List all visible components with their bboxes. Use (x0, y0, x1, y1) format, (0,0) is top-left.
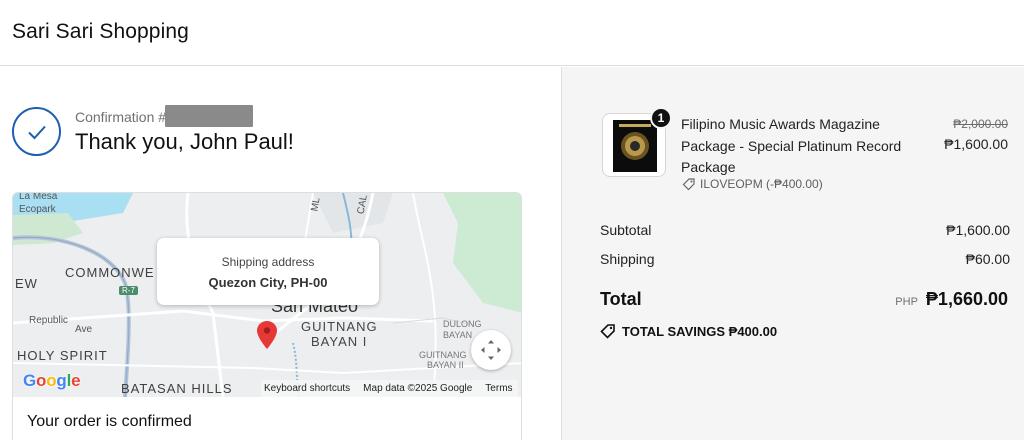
map-label-republic: Republic (29, 315, 68, 326)
shipping-label: Shipping (600, 251, 655, 267)
map-label-guitnang-bayan-1-line2: BAYAN I (311, 334, 368, 349)
tag-icon (682, 178, 695, 191)
shipping-address-popup: Shipping address Quezon City, PH-00 (157, 238, 379, 305)
store-name[interactable]: Sari Sari Shopping (12, 20, 189, 44)
google-logo-letter: o (36, 371, 47, 390)
check-icon (12, 107, 61, 156)
fullscreen-button[interactable] (471, 330, 511, 370)
r7-label: R-7 (122, 286, 135, 295)
order-summary: 1 Filipino Music Awards Magazine Package… (561, 67, 1024, 440)
confirmation-number-redacted (165, 105, 253, 127)
subtotal-label: Subtotal (600, 222, 652, 238)
map-label-commonwealth: COMMONWE (65, 265, 155, 280)
map-pin-icon[interactable] (257, 321, 277, 354)
currency-code: PHP (895, 296, 918, 308)
original-price: ₱2,000.00 (953, 117, 1008, 131)
quantity-badge: 1 (650, 107, 672, 129)
map-label-guitnang-bayan-1-line1: GUITNANG (301, 319, 378, 334)
map-footer: Keyboard shortcuts Map data ©2025 Google… (261, 380, 518, 397)
item-price: ₱1,600.00 (944, 136, 1008, 152)
map-label-dulong-line2: BAYAN (443, 330, 473, 340)
product-title: Filipino Music Awards Magazine Package -… (681, 116, 902, 175)
map-label-ave: Ave (75, 324, 93, 335)
map-label-dulong-line1: DULONG (443, 319, 482, 329)
order-confirmed-heading: Your order is confirmed (27, 413, 192, 430)
fullscreen-icon (481, 340, 501, 360)
google-logo-letter: g (56, 371, 67, 390)
keyboard-shortcuts-link[interactable]: Keyboard shortcuts (264, 383, 350, 394)
total-amount: PHP ₱1,660.00 (895, 289, 1008, 310)
map-label-batasan-hills: BATASAN HILLS (121, 381, 233, 396)
total-savings-text: TOTAL SAVINGS ₱400.00 (622, 323, 778, 339)
shipping-row: Shipping ₱60.00 (600, 251, 1010, 267)
map-label-guitnang-bayan-2-line1: GUITNANG (419, 350, 467, 360)
total-savings: TOTAL SAVINGS ₱400.00 (600, 323, 777, 339)
subtotal-value: ₱1,600.00 (946, 222, 1010, 238)
tag-icon (600, 324, 615, 339)
confirmation-label: Confirmation # (75, 109, 167, 125)
shipping-map-card: La Mesa Ecopark ML CAL COMMONWE EW R-7 R… (12, 192, 522, 440)
google-logo-letter: e (71, 371, 81, 390)
header: Sari Sari Shopping (0, 0, 1024, 66)
shipping-value: ₱60.00 (965, 251, 1010, 267)
total-label: Total (600, 289, 642, 309)
map-label-r7: R-7 (119, 286, 138, 295)
map-label-guitnang-bayan-2-line2: BAYAN II (427, 360, 464, 370)
map-label-ecopark: Ecopark (19, 204, 56, 215)
shipping-address-value: Quezon City, PH-00 (208, 275, 328, 290)
google-logo-letter: o (46, 371, 57, 390)
discount-code-row: ILOVEOPM (-₱400.00) (682, 177, 823, 191)
google-logo-letter: G (23, 371, 37, 390)
subtotal-row: Subtotal ₱1,600.00 (600, 222, 1010, 238)
map-data-attribution: Map data ©2025 Google (363, 383, 473, 394)
map-label-ew: EW (15, 276, 38, 291)
terms-link[interactable]: Terms (485, 383, 512, 394)
google-logo: Google (23, 371, 81, 391)
main-content: Confirmation # Thank you, John Paul! La … (0, 67, 561, 440)
discount-code: ILOVEOPM (-₱400.00) (700, 177, 823, 191)
map-label-la-mesa: La Mesa (19, 193, 58, 202)
product-image (613, 120, 657, 172)
shipping-address-title: Shipping address (221, 255, 315, 269)
map[interactable]: La Mesa Ecopark ML CAL COMMONWE EW R-7 R… (13, 193, 521, 397)
map-label-holy-spirit: HOLY SPIRIT (17, 348, 108, 363)
total-value: ₱1,660.00 (925, 289, 1008, 309)
thank-you-heading: Thank you, John Paul! (75, 129, 294, 154)
